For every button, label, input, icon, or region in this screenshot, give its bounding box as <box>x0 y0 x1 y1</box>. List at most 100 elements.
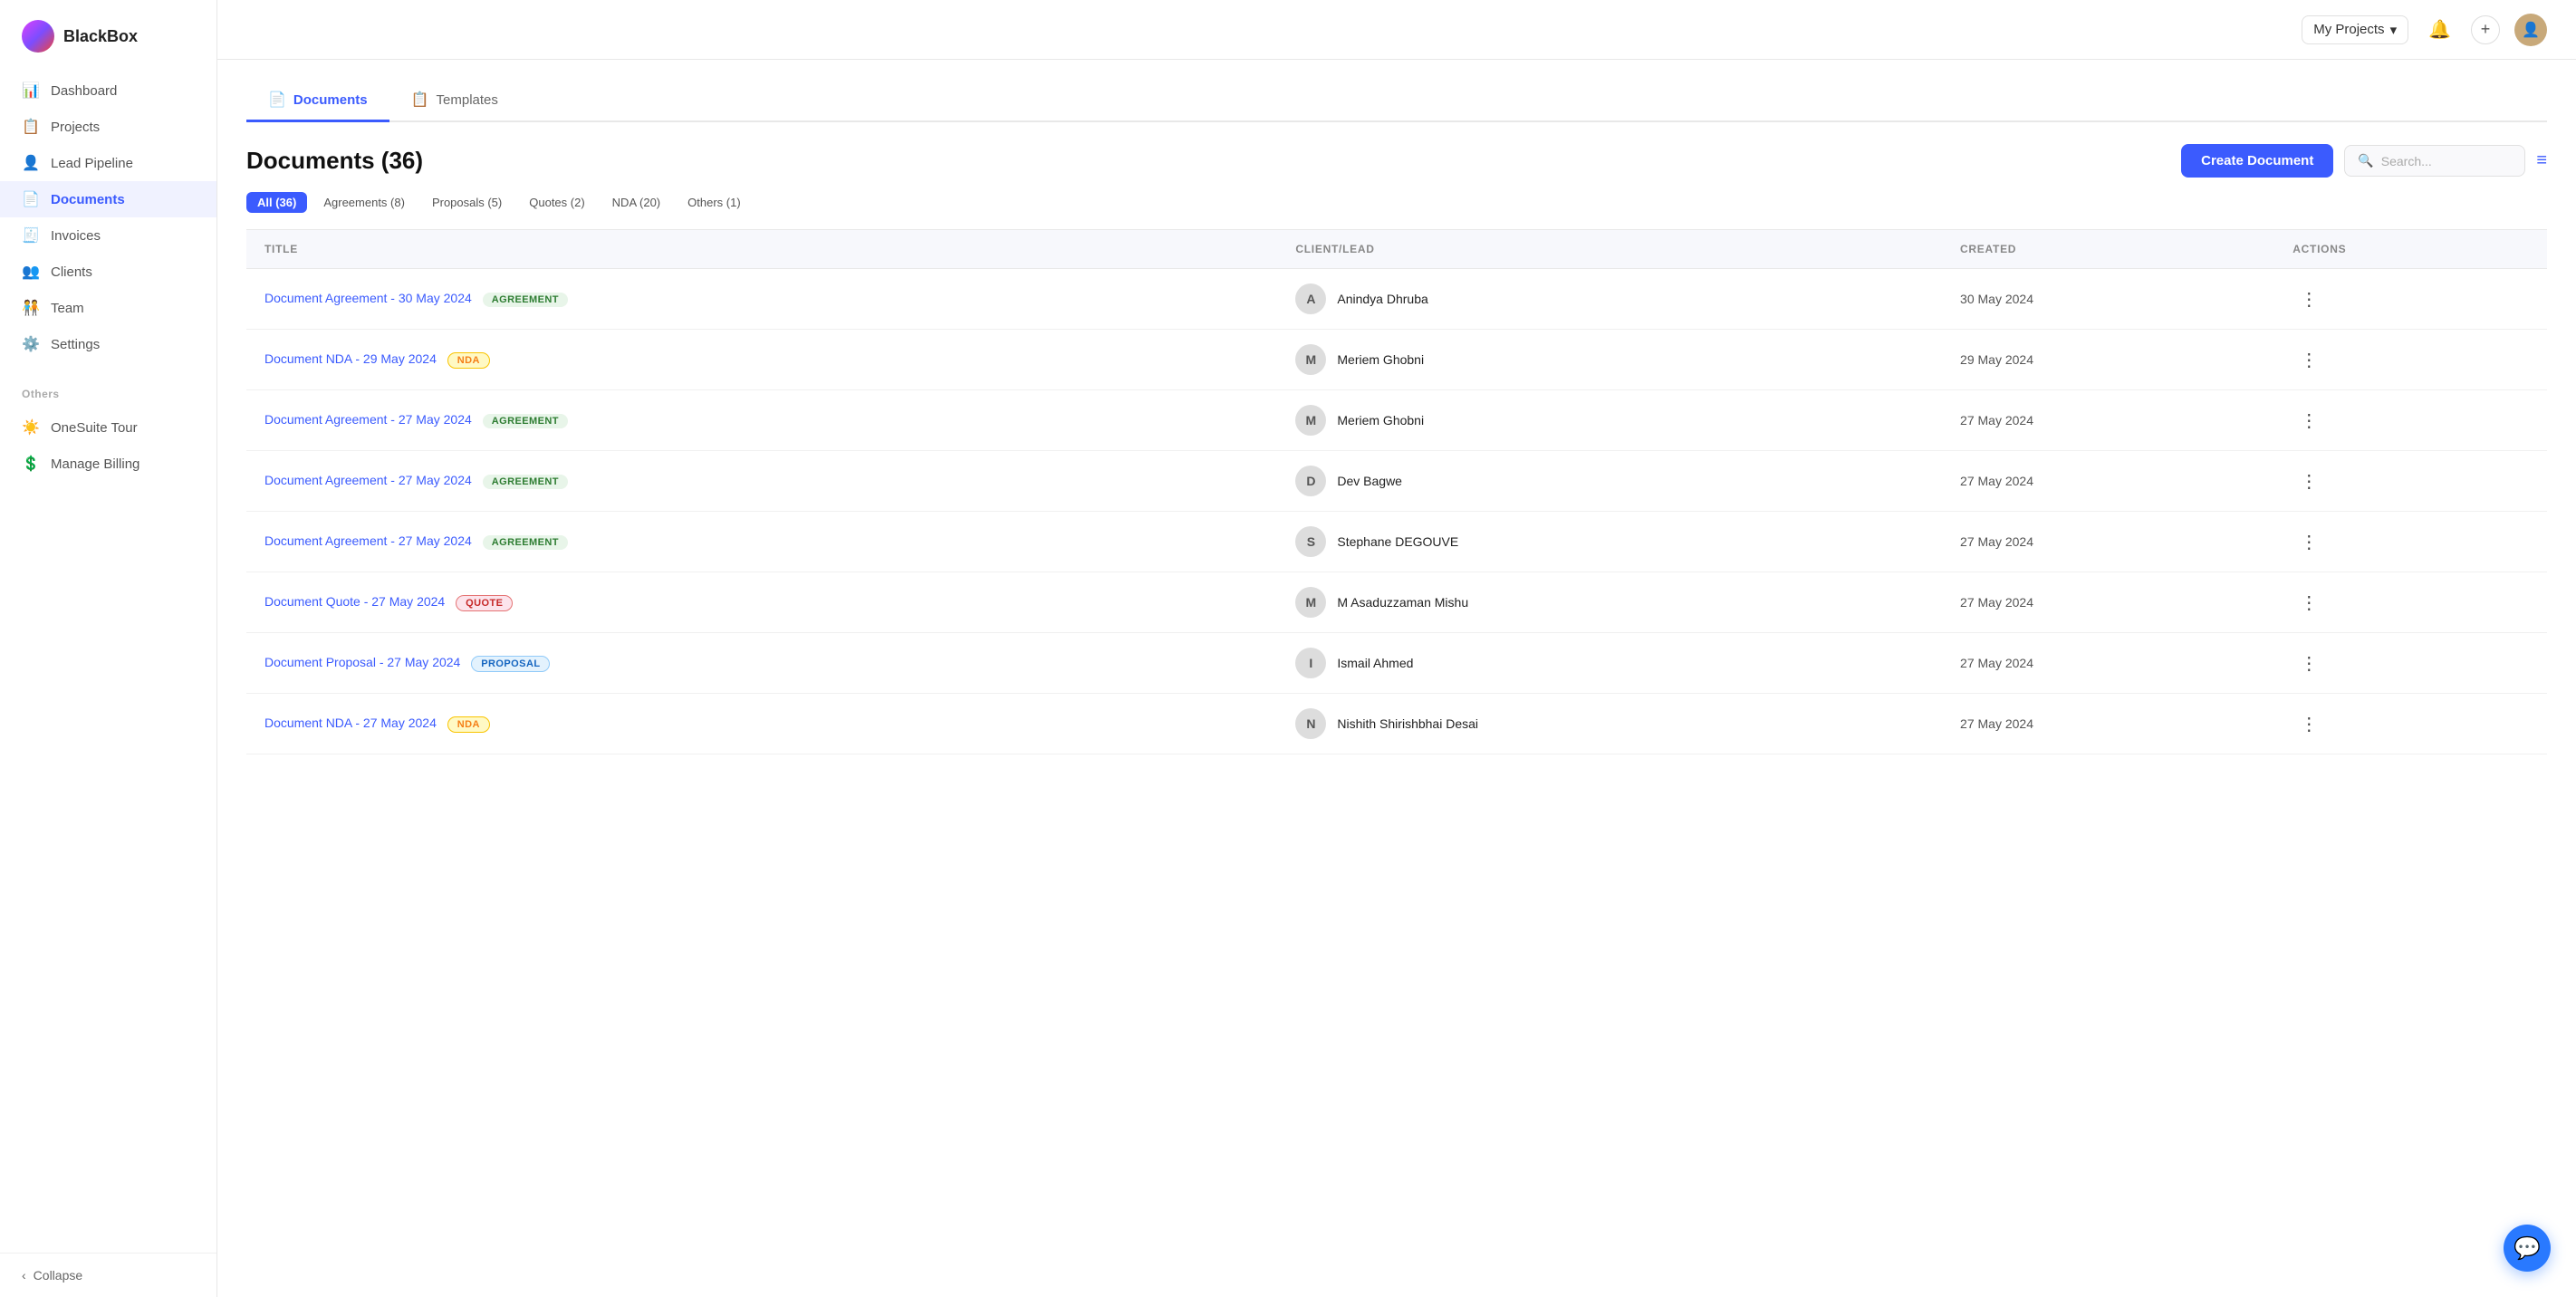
badge-7: NDA <box>447 716 490 733</box>
create-document-button[interactable]: Create Document <box>2181 144 2333 178</box>
client-avatar-1: M <box>1295 344 1326 375</box>
team-nav-icon: 🧑‍🤝‍🧑 <box>22 299 40 317</box>
row-actions-6: ⋮ <box>2274 633 2547 694</box>
actions-menu-button-4[interactable]: ⋮ <box>2292 529 2325 555</box>
actions-menu-button-6[interactable]: ⋮ <box>2292 650 2325 677</box>
actions-menu-button-2[interactable]: ⋮ <box>2292 408 2325 434</box>
documents-table: TITLECLIENT/LEADCREATEDACTIONS Document … <box>246 229 2547 754</box>
table-row: Document Agreement - 30 May 2024 AGREEME… <box>246 269 2547 330</box>
doc-link-0[interactable]: Document Agreement - 30 May 2024 <box>264 291 472 305</box>
doc-link-2[interactable]: Document Agreement - 27 May 2024 <box>264 412 472 427</box>
documents-tab-icon: 📄 <box>268 91 286 109</box>
row-actions-1: ⋮ <box>2274 330 2547 390</box>
sidebar-item-dashboard[interactable]: 📊 Dashboard <box>0 72 216 109</box>
user-avatar[interactable]: 👤 <box>2514 14 2547 46</box>
table-row: Document Agreement - 27 May 2024 AGREEME… <box>246 390 2547 451</box>
filter-proposals[interactable]: Proposals (5) <box>421 192 513 213</box>
main-area: My Projects ▾ 🔔 + 👤 📄 Documents📋 Templat… <box>217 0 2576 1297</box>
sidebar: BlackBox 📊 Dashboard📋 Projects👤 Lead Pip… <box>0 0 217 1297</box>
projects-dropdown[interactable]: My Projects ▾ <box>2302 15 2408 44</box>
clients-nav-icon: 👥 <box>22 263 40 281</box>
logo[interactable]: BlackBox <box>0 0 216 69</box>
filter-others[interactable]: Others (1) <box>677 192 752 213</box>
others-nav: ☀️ OneSuite Tour💲 Manage Billing <box>0 406 216 493</box>
search-box[interactable]: 🔍 Search... <box>2344 145 2525 177</box>
sidebar-item-label-projects: Projects <box>51 120 100 135</box>
chat-icon: 💬 <box>2514 1235 2541 1262</box>
sidebar-item-manage-billing[interactable]: 💲 Manage Billing <box>0 446 216 482</box>
notification-bell[interactable]: 🔔 <box>2423 13 2456 46</box>
sidebar-item-clients[interactable]: 👥 Clients <box>0 254 216 290</box>
filter-tabs: All (36)Agreements (8)Proposals (5)Quote… <box>246 192 2547 213</box>
table-row: Document Quote - 27 May 2024 QUOTE M M A… <box>246 572 2547 633</box>
table-row: Document Proposal - 27 May 2024 PROPOSAL… <box>246 633 2547 694</box>
actions-menu-button-1[interactable]: ⋮ <box>2292 347 2325 373</box>
filter-nda[interactable]: NDA (20) <box>601 192 671 213</box>
page-header: Documents (36) Create Document 🔍 Search.… <box>246 144 2547 178</box>
tab-documents[interactable]: 📄 Documents <box>246 82 389 122</box>
header-right: Create Document 🔍 Search... ≡ <box>2181 144 2547 178</box>
chat-bubble[interactable]: 💬 <box>2504 1225 2551 1272</box>
badge-5: QUOTE <box>456 595 513 611</box>
row-actions-7: ⋮ <box>2274 694 2547 754</box>
row-created-1: 29 May 2024 <box>1942 330 2274 390</box>
sidebar-item-label-manage-billing: Manage Billing <box>51 456 139 472</box>
badge-6: PROPOSAL <box>471 656 550 672</box>
sidebar-item-settings[interactable]: ⚙️ Settings <box>0 326 216 362</box>
col-header-created: CREATED <box>1942 230 2274 269</box>
client-avatar-7: N <box>1295 708 1326 739</box>
actions-menu-button-5[interactable]: ⋮ <box>2292 590 2325 616</box>
others-section-label: Others <box>0 373 216 406</box>
table-row: Document NDA - 27 May 2024 NDA N Nishith… <box>246 694 2547 754</box>
sidebar-item-invoices[interactable]: 🧾 Invoices <box>0 217 216 254</box>
client-avatar-3: D <box>1295 466 1326 496</box>
sidebar-item-onesuite-tour[interactable]: ☀️ OneSuite Tour <box>0 409 216 446</box>
row-client-5: M M Asaduzzaman Mishu <box>1277 572 1942 633</box>
client-name-0: Anindya Dhruba <box>1337 292 1427 306</box>
table-header: TITLECLIENT/LEADCREATEDACTIONS <box>246 230 2547 269</box>
doc-link-4[interactable]: Document Agreement - 27 May 2024 <box>264 533 472 548</box>
app-name: BlackBox <box>63 27 138 46</box>
table-row: Document Agreement - 27 May 2024 AGREEME… <box>246 512 2547 572</box>
badge-1: NDA <box>447 352 490 369</box>
projects-label: My Projects <box>2313 22 2384 37</box>
add-button[interactable]: + <box>2471 15 2500 44</box>
lead-pipeline-nav-icon: 👤 <box>22 154 40 172</box>
sidebar-item-team[interactable]: 🧑‍🤝‍🧑 Team <box>0 290 216 326</box>
collapse-button[interactable]: ‹ Collapse <box>22 1268 195 1283</box>
row-title-7: Document NDA - 27 May 2024 NDA <box>246 694 1277 754</box>
sidebar-item-documents[interactable]: 📄 Documents <box>0 181 216 217</box>
filter-agreements[interactable]: Agreements (8) <box>312 192 416 213</box>
filter-quotes[interactable]: Quotes (2) <box>518 192 595 213</box>
col-header-title: TITLE <box>246 230 1277 269</box>
doc-link-7[interactable]: Document NDA - 27 May 2024 <box>264 716 437 730</box>
collapse-label: Collapse <box>34 1268 82 1283</box>
tab-templates[interactable]: 📋 Templates <box>389 82 520 122</box>
sidebar-item-label-team: Team <box>51 301 84 316</box>
client-name-5: M Asaduzzaman Mishu <box>1337 595 1468 610</box>
list-view-icon[interactable]: ≡ <box>2536 150 2547 171</box>
plus-icon: + <box>2481 20 2491 39</box>
row-created-0: 30 May 2024 <box>1942 269 2274 330</box>
actions-menu-button-7[interactable]: ⋮ <box>2292 711 2325 737</box>
actions-menu-button-3[interactable]: ⋮ <box>2292 468 2325 495</box>
row-created-2: 27 May 2024 <box>1942 390 2274 451</box>
row-created-4: 27 May 2024 <box>1942 512 2274 572</box>
row-actions-2: ⋮ <box>2274 390 2547 451</box>
doc-link-3[interactable]: Document Agreement - 27 May 2024 <box>264 473 472 487</box>
projects-nav-icon: 📋 <box>22 118 40 136</box>
tab-label-documents: Documents <box>293 92 368 108</box>
doc-link-6[interactable]: Document Proposal - 27 May 2024 <box>264 655 460 669</box>
doc-link-1[interactable]: Document NDA - 29 May 2024 <box>264 351 437 366</box>
row-client-3: D Dev Bagwe <box>1277 451 1942 512</box>
row-title-0: Document Agreement - 30 May 2024 AGREEME… <box>246 269 1277 330</box>
sidebar-item-lead-pipeline[interactable]: 👤 Lead Pipeline <box>0 145 216 181</box>
doc-link-5[interactable]: Document Quote - 27 May 2024 <box>264 594 445 609</box>
actions-menu-button-0[interactable]: ⋮ <box>2292 286 2325 312</box>
badge-3: AGREEMENT <box>483 475 568 489</box>
sidebar-item-projects[interactable]: 📋 Projects <box>0 109 216 145</box>
filter-all[interactable]: All (36) <box>246 192 307 213</box>
sidebar-item-label-lead-pipeline: Lead Pipeline <box>51 156 133 171</box>
table-row: Document Agreement - 27 May 2024 AGREEME… <box>246 451 2547 512</box>
search-icon: 🔍 <box>2358 153 2373 168</box>
